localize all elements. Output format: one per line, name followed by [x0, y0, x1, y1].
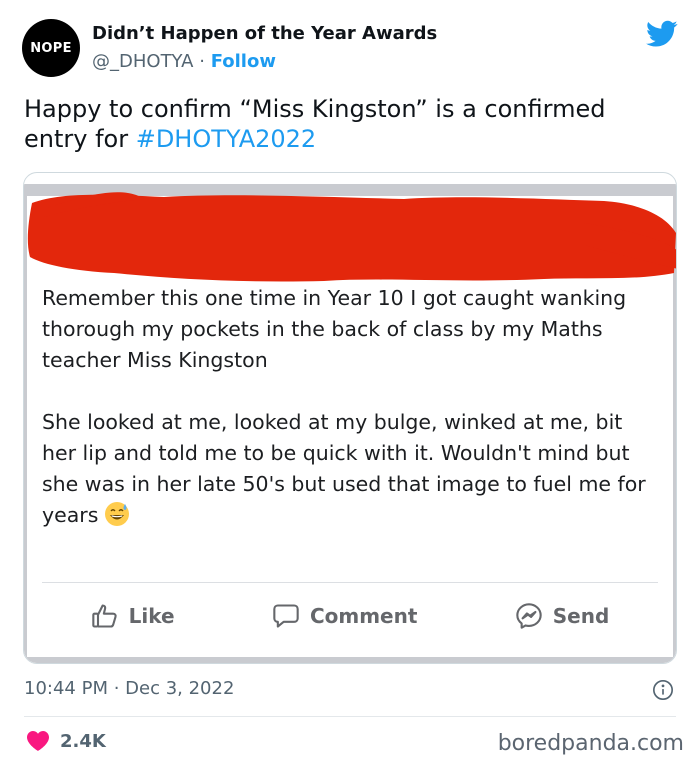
- heart-icon[interactable]: [26, 730, 50, 752]
- post-paragraph-2: She looked at me, looked at my bulge, wi…: [42, 407, 662, 531]
- avatar[interactable]: NOPE: [22, 19, 80, 77]
- divider: [24, 716, 676, 717]
- separator: ·: [199, 51, 205, 72]
- post-paragraph-2-text: She looked at me, looked at my bulge, wi…: [42, 410, 646, 527]
- twitter-bird-icon[interactable]: [646, 20, 678, 48]
- like-label: Like: [128, 603, 175, 628]
- grinning-sweat-emoji-icon: [105, 502, 130, 526]
- facebook-action-bar: Like Comment Send: [42, 582, 658, 648]
- redaction-scribble: [27, 192, 676, 282]
- account-name[interactable]: Didn’t Happen of the Year Awards: [92, 23, 437, 44]
- tweet-text: Happy to confirm “Miss Kingston” is a co…: [24, 94, 674, 154]
- watermark: boredpanda.com: [497, 731, 684, 756]
- send-label: Send: [552, 603, 610, 628]
- info-icon[interactable]: [652, 679, 674, 701]
- like-count: 2.4K: [60, 730, 106, 752]
- comment-label: Comment: [309, 603, 418, 628]
- tweet-timestamp[interactable]: 10:44 PM · Dec 3, 2022: [24, 678, 234, 699]
- handle-row: @_DHOTYA · Follow: [92, 51, 276, 72]
- hashtag-link[interactable]: #DHOTYA2022: [136, 125, 316, 153]
- like-button[interactable]: Like: [91, 602, 175, 630]
- post-paragraph-1: Remember this one time in Year 10 I got …: [42, 286, 627, 372]
- embedded-screenshot[interactable]: Remember this one time in Year 10 I got …: [23, 172, 677, 664]
- post-body: Remember this one time in Year 10 I got …: [42, 283, 662, 531]
- avatar-text: NOPE: [30, 40, 72, 56]
- comment-bubble-icon: [273, 603, 299, 628]
- like-thumb-icon: [91, 603, 117, 628]
- like-row[interactable]: 2.4K: [26, 730, 106, 752]
- comment-button[interactable]: Comment: [272, 602, 417, 630]
- follow-button[interactable]: Follow: [211, 51, 276, 72]
- send-button[interactable]: Send: [515, 602, 610, 630]
- account-handle[interactable]: @_DHOTYA: [92, 51, 193, 72]
- messenger-icon: [516, 602, 542, 629]
